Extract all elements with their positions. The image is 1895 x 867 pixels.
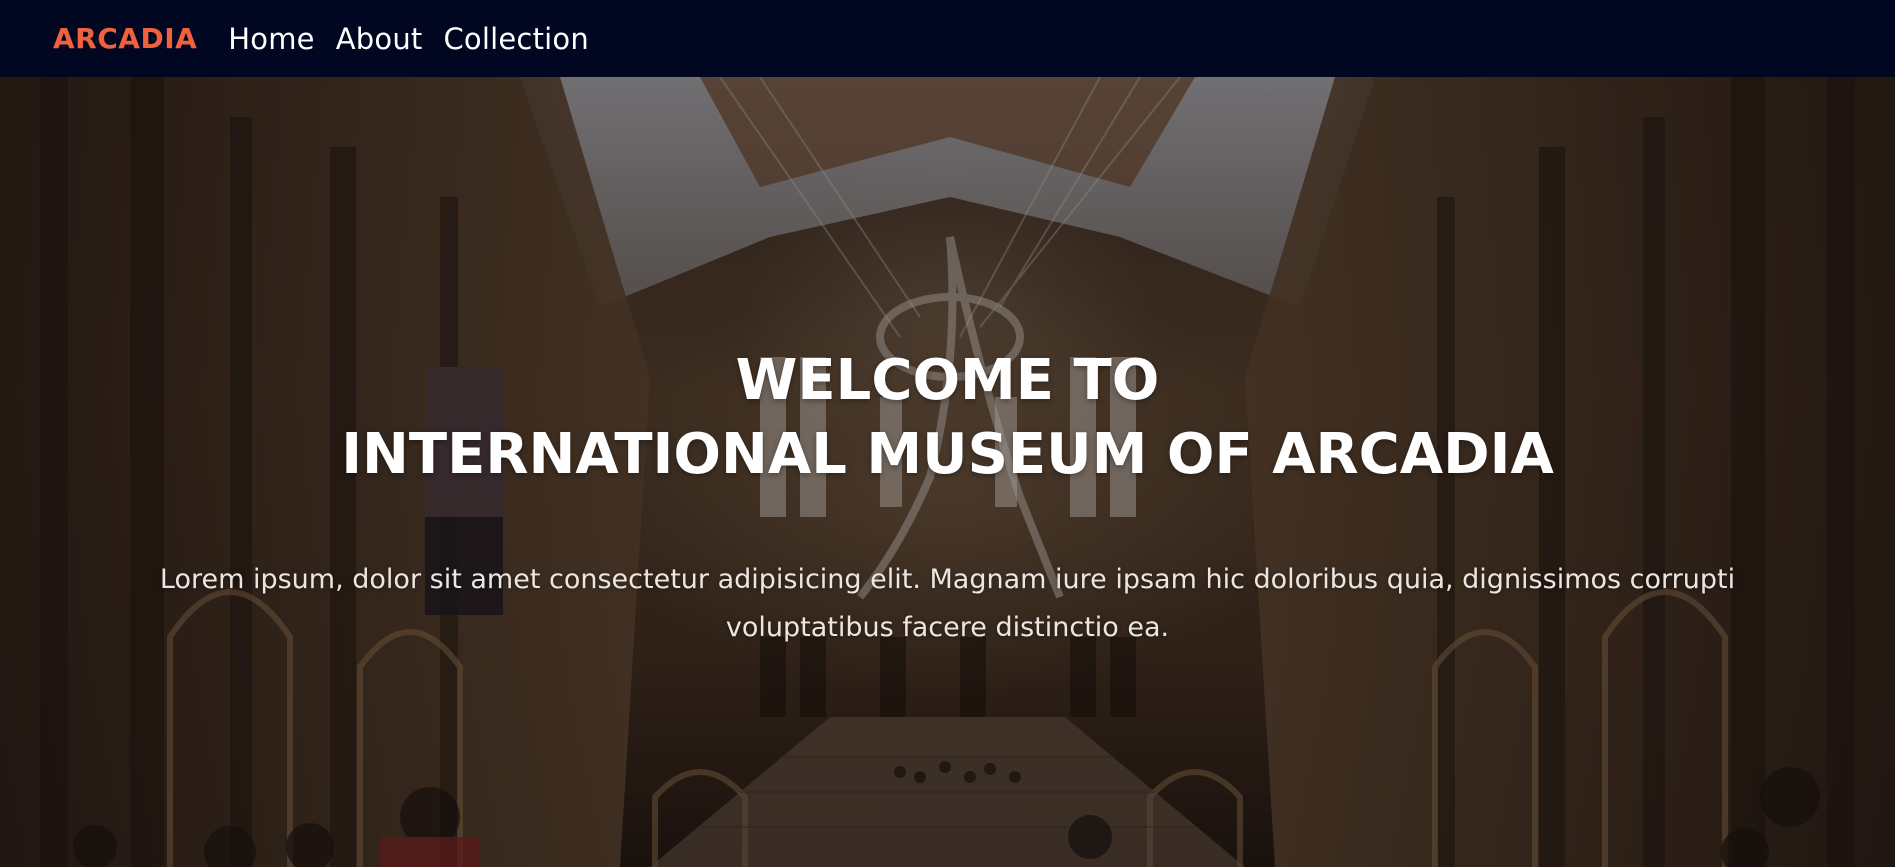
hero-title: WELCOME TO INTERNATIONAL MUSEUM OF ARCAD… bbox=[0, 344, 1895, 492]
hero-title-line-2: INTERNATIONAL MUSEUM OF ARCADIA bbox=[341, 422, 1554, 487]
top-navbar: ARCADIA Home About Collection bbox=[0, 0, 1895, 77]
nav-links: Home About Collection bbox=[228, 22, 589, 56]
hero-title-line-1: WELCOME TO bbox=[735, 348, 1160, 413]
hero-content: WELCOME TO INTERNATIONAL MUSEUM OF ARCAD… bbox=[0, 77, 1895, 867]
hero-section: WELCOME TO INTERNATIONAL MUSEUM OF ARCAD… bbox=[0, 77, 1895, 867]
nav-link-home[interactable]: Home bbox=[228, 22, 314, 56]
nav-link-about[interactable]: About bbox=[336, 22, 423, 56]
brand-logo-link[interactable]: ARCADIA bbox=[53, 22, 197, 55]
hero-description: Lorem ipsum, dolor sit amet consectetur … bbox=[159, 564, 1736, 643]
nav-link-collection[interactable]: Collection bbox=[443, 22, 588, 56]
